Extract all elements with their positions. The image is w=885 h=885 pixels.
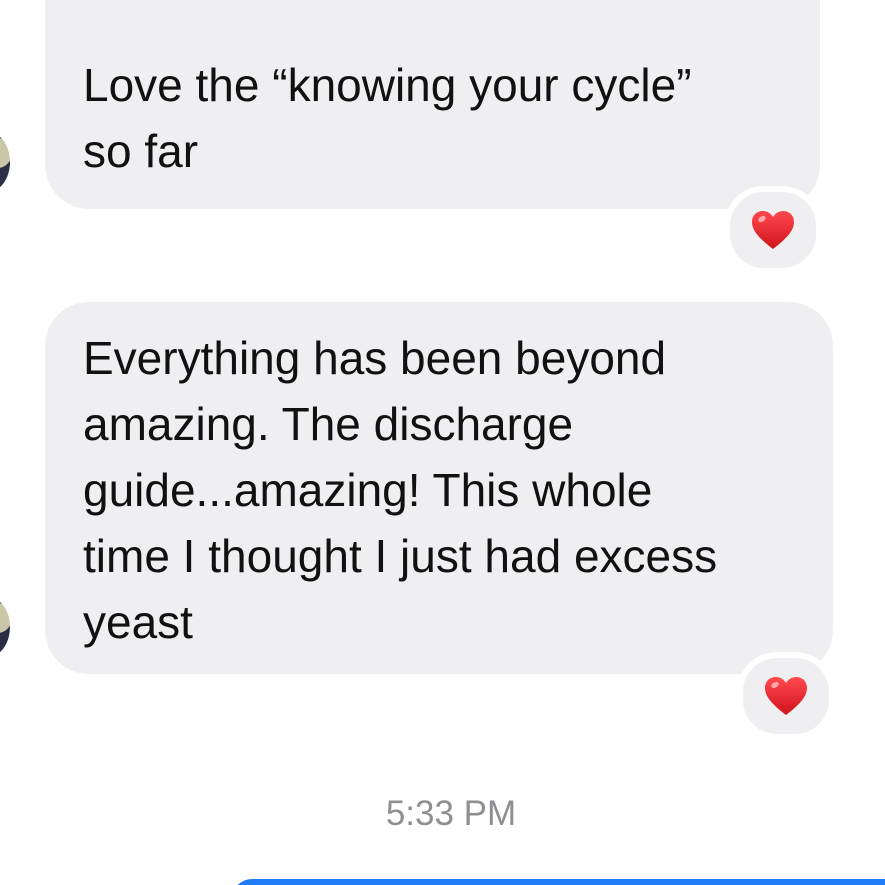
message-timestamp: 5:33 PM [385, 794, 517, 833]
message-bubble-incoming[interactable]: Love the “knowing your cycle” so far [45, 0, 820, 209]
heart-icon [752, 211, 794, 249]
message-thread: Love the “knowing your cycle” so far Eve… [0, 0, 885, 885]
message-line: guide...amazing! This whole [83, 464, 653, 516]
message-line: so far [83, 125, 199, 177]
heart-icon [765, 677, 807, 715]
message-line: Love the “knowing your cycle” [83, 59, 692, 111]
reaction-badge[interactable] [737, 652, 835, 740]
message-line: time I thought I just had excess [83, 530, 718, 582]
message-line: yeast [83, 596, 193, 648]
message-line: Everything has been beyond [83, 332, 667, 384]
message-bubble-outgoing[interactable] [232, 879, 885, 885]
message-line: amazing. The discharge [83, 398, 574, 450]
message-bubble-incoming[interactable]: Everything has been beyond amazing. The … [45, 302, 833, 674]
sender-avatar[interactable] [0, 597, 10, 657]
sender-avatar[interactable] [0, 132, 10, 192]
reaction-badge[interactable] [724, 186, 822, 274]
